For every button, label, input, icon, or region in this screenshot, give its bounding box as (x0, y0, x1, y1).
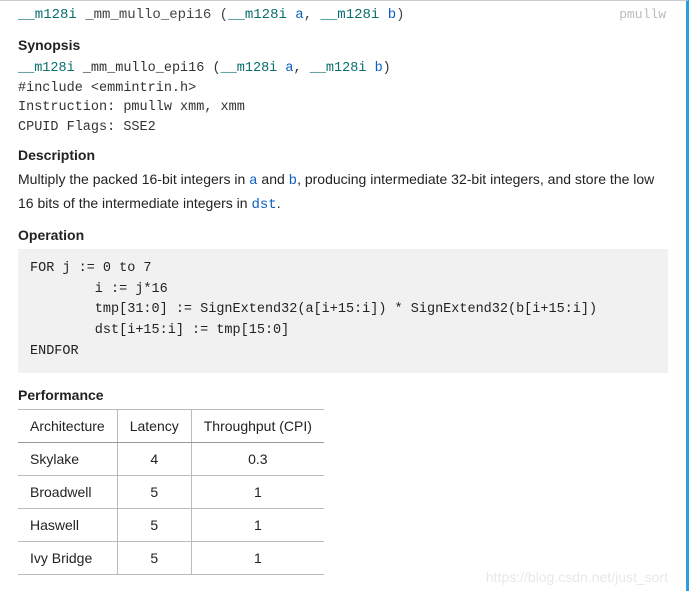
comma: , (304, 7, 312, 23)
operation-heading: Operation (18, 227, 668, 243)
performance-table: Architecture Latency Throughput (CPI) Sk… (18, 409, 324, 575)
cell-latency: 5 (117, 542, 191, 575)
col-throughput: Throughput (CPI) (191, 410, 324, 443)
table-row: Skylake 4 0.3 (18, 443, 324, 476)
table-row: Ivy Bridge 5 1 (18, 542, 324, 575)
desc-code-a: a (249, 173, 257, 189)
cell-arch: Ivy Bridge (18, 542, 117, 575)
cell-throughput: 0.3 (191, 443, 324, 476)
syn-close-paren: ) (383, 61, 391, 76)
return-type: __m128i (18, 7, 77, 23)
param1-type: __m128i (228, 7, 287, 23)
operation-block: FOR j := 0 to 7 i := j*16 tmp[31:0] := S… (18, 249, 668, 374)
cell-latency: 4 (117, 443, 191, 476)
desc-text-1: Multiply the packed 16-bit integers in (18, 171, 249, 187)
cell-arch: Skylake (18, 443, 117, 476)
cpuid-line: CPUID Flags: SSE2 (18, 118, 668, 138)
syn-func-name: _mm_mullo_epi16 (83, 61, 205, 76)
performance-heading: Performance (18, 387, 668, 403)
include-line: #include <emmintrin.h> (18, 79, 668, 99)
synopsis-signature: __m128i _mm_mullo_epi16 (__m128i a, __m1… (18, 59, 668, 79)
col-architecture: Architecture (18, 410, 117, 443)
syn-return-type: __m128i (18, 61, 75, 76)
close-paren: ) (396, 7, 404, 23)
param1-name: a (295, 7, 303, 23)
table-row: Broadwell 5 1 (18, 476, 324, 509)
synopsis-heading: Synopsis (18, 37, 668, 53)
synopsis-block: __m128i _mm_mullo_epi16 (__m128i a, __m1… (18, 59, 668, 137)
instruction-tag: pmullw (619, 7, 666, 22)
desc-code-dst: dst (251, 197, 276, 213)
desc-text-2: and (258, 171, 289, 187)
cell-arch: Broadwell (18, 476, 117, 509)
cell-arch: Haswell (18, 509, 117, 542)
description-text: Multiply the packed 16-bit integers in a… (18, 169, 668, 216)
cell-latency: 5 (117, 509, 191, 542)
syn-comma: , (294, 61, 302, 76)
desc-code-b: b (289, 173, 297, 189)
intrinsic-doc-page: __m128i _mm_mullo_epi16 (__m128i a, __m1… (0, 0, 689, 591)
param2-type: __m128i (321, 7, 380, 23)
desc-text-4: . (277, 195, 281, 211)
open-paren: ( (220, 7, 228, 23)
cell-throughput: 1 (191, 542, 324, 575)
param2-name: b (388, 7, 396, 23)
cell-throughput: 1 (191, 509, 324, 542)
syn-p1-type: __m128i (221, 61, 278, 76)
cell-latency: 5 (117, 476, 191, 509)
syn-p1-name: a (285, 61, 293, 76)
syn-p2-name: b (375, 61, 383, 76)
table-row: Haswell 5 1 (18, 509, 324, 542)
cell-throughput: 1 (191, 476, 324, 509)
description-heading: Description (18, 147, 668, 163)
instruction-line: Instruction: pmullw xmm, xmm (18, 98, 668, 118)
syn-p2-type: __m128i (310, 61, 367, 76)
table-header-row: Architecture Latency Throughput (CPI) (18, 410, 324, 443)
signature-line: __m128i _mm_mullo_epi16 (__m128i a, __m1… (18, 5, 668, 31)
watermark-text: https://blog.csdn.net/just_sort (486, 569, 668, 585)
col-latency: Latency (117, 410, 191, 443)
func-name: _mm_mullo_epi16 (85, 7, 211, 23)
syn-open-paren: ( (212, 61, 220, 76)
